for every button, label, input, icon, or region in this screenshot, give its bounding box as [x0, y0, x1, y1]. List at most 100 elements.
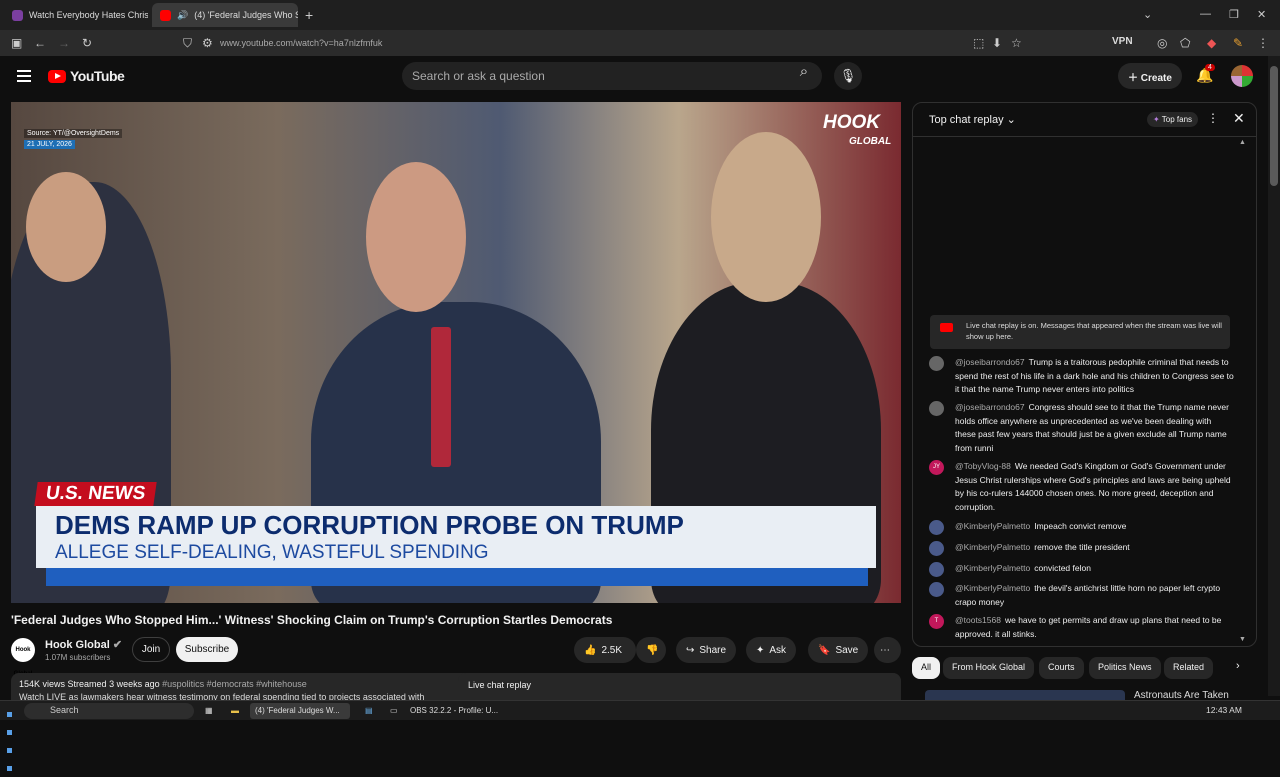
shield-icon[interactable]: ⛉: [183, 36, 192, 51]
maximize-icon[interactable]: ❐: [1229, 8, 1239, 21]
site-settings-icon[interactable]: ⚙: [202, 36, 213, 50]
more-actions-icon[interactable]: ⋯: [874, 637, 901, 663]
extensions-icon[interactable]: ⬠: [1180, 36, 1190, 50]
chat-message-body: @KimberlyPalmetto remove the title presid…: [955, 541, 1234, 555]
taskbar-browser-label: (4) 'Federal Judges W...: [255, 706, 340, 715]
bookmark-star-icon[interactable]: ☆: [1011, 36, 1022, 50]
forward-icon[interactable]: →: [58, 36, 70, 50]
minimize-icon[interactable]: —: [1200, 8, 1211, 20]
notification-badge: 4: [1205, 64, 1215, 71]
taskbar-search[interactable]: Search: [24, 703, 194, 719]
channel-name[interactable]: Hook Global ✔: [45, 638, 122, 651]
filter-chip[interactable]: All: [912, 657, 941, 679]
taskbar-app-icon[interactable]: ▭: [385, 703, 403, 719]
chat-avatar[interactable]: T: [929, 614, 944, 629]
browser-tab-active[interactable]: 🔊 (4) 'Federal Judges Who St ✕: [152, 3, 298, 27]
subscribe-button[interactable]: Subscribe: [176, 637, 238, 662]
chat-avatar[interactable]: [929, 401, 944, 416]
chat-message: @KimberlyPalmetto the devil's antichrist …: [929, 582, 1234, 609]
chat-username[interactable]: @KimberlyPalmetto: [955, 563, 1030, 573]
taskbar-obs-label: OBS 32.2.2 - Profile: U...: [410, 706, 499, 715]
chat-message-body: @TobyVlog-88 We needed God's Kingdom or G…: [955, 460, 1234, 514]
windows-taskbar: Search ▦ ▬ (4) 'Federal Judges W... ▤ ▭ …: [0, 700, 1280, 771]
vpn-button[interactable]: VPN: [1112, 36, 1133, 47]
dislike-button[interactable]: 👎: [636, 637, 666, 663]
close-chat-icon[interactable]: ✕: [1233, 110, 1245, 127]
chat-menu-icon[interactable]: ⋮: [1207, 111, 1219, 125]
windows-start-icon[interactable]: [7, 705, 18, 771]
speaker-head: [366, 162, 466, 312]
chevron-right-icon[interactable]: ›: [1236, 660, 1240, 672]
chat-username[interactable]: @KimberlyPalmetto: [955, 542, 1030, 552]
video-player[interactable]: Source: YT/@OversightDems 21 JULY, 2026 …: [11, 102, 901, 603]
save-button[interactable]: 🔖 Save: [808, 637, 869, 663]
filter-chip[interactable]: From Hook Global: [943, 657, 1035, 679]
new-tab-icon[interactable]: +: [305, 7, 313, 23]
hashtags[interactable]: #uspolitics #democrats #whitehouse: [162, 679, 307, 689]
microphone-icon[interactable]: 🎙: [834, 62, 862, 90]
account-avatar[interactable]: [1231, 65, 1253, 87]
chat-username[interactable]: @joseibarrondo67: [955, 357, 1025, 367]
view-count: 154K views: [19, 679, 66, 689]
back-icon[interactable]: ←: [34, 36, 46, 50]
close-window-icon[interactable]: ✕: [1257, 8, 1266, 21]
search-icon[interactable]: ⌕: [790, 63, 818, 89]
taskbar-obs[interactable]: OBS 32.2.2 - Profile: U...: [405, 703, 505, 719]
channel-avatar[interactable]: Hook Global: [11, 638, 35, 677]
share-button[interactable]: ↪ Share: [676, 637, 737, 663]
create-label: Create: [1140, 73, 1172, 84]
chat-username[interactable]: @toots1568: [955, 615, 1001, 625]
reload-icon[interactable]: ↻: [82, 36, 92, 50]
url-field[interactable]: www.youtube.com/watch?v=ha7nlzfmfuk: [220, 38, 382, 48]
chat-avatar[interactable]: [929, 541, 944, 556]
filter-chip[interactable]: Related: [1164, 657, 1214, 679]
chat-message-body: @toots1568 we have to get permits and dra…: [955, 614, 1234, 641]
taskbar-app-icon[interactable]: ▤: [360, 703, 378, 719]
sidebar-toggle-icon[interactable]: ▣: [11, 36, 22, 50]
chat-avatar[interactable]: [929, 520, 944, 535]
chat-avatar[interactable]: [929, 562, 944, 577]
taskbar-browser[interactable]: (4) 'Federal Judges W...: [250, 703, 350, 719]
download-icon[interactable]: ⬇: [992, 36, 1002, 50]
youtube-logo[interactable]: YouTube: [48, 68, 125, 84]
like-button[interactable]: 👍 2.5K: [574, 637, 636, 663]
chat-message: @joseibarrondo67 Congress should see to i…: [929, 401, 1234, 455]
filter-chip[interactable]: Courts: [1039, 657, 1084, 679]
browser-tab[interactable]: Watch Everybody Hates Chris S ✕: [4, 3, 148, 27]
extension-pen-icon[interactable]: ✎: [1233, 36, 1243, 50]
chat-message: @KimberlyPalmetto remove the title presid…: [929, 541, 1234, 556]
chat-username[interactable]: @KimberlyPalmetto: [955, 521, 1030, 531]
chat-avatar[interactable]: [929, 582, 944, 597]
join-button[interactable]: Join: [132, 637, 170, 662]
chat-username[interactable]: @KimberlyPalmetto: [955, 583, 1030, 593]
search-input[interactable]: Search or ask a question: [402, 62, 822, 90]
screenshot-icon[interactable]: ⬚: [973, 36, 984, 50]
top-fans-button[interactable]: ✦ Top fans: [1147, 112, 1199, 127]
file-explorer-icon[interactable]: ▬: [226, 703, 244, 719]
speaker-icon[interactable]: 🔊: [177, 10, 188, 21]
browser-menu-icon[interactable]: ⋮: [1257, 36, 1269, 50]
create-button[interactable]: ＋ Create: [1118, 63, 1182, 89]
sparkle-icon: ✦: [756, 644, 765, 656]
chat-mode-dropdown[interactable]: Top chat replay ⌄: [929, 113, 1016, 126]
wallet-icon[interactable]: ◎: [1157, 36, 1167, 50]
chat-avatar[interactable]: [929, 356, 944, 371]
extension-red-icon[interactable]: ◆: [1207, 36, 1216, 50]
filter-chip[interactable]: Politics News: [1089, 657, 1161, 679]
tab-search-chevron-icon[interactable]: ⌄: [1143, 8, 1152, 21]
hamburger-menu-icon[interactable]: [17, 70, 31, 85]
chat-message-text: convicted felon: [1034, 563, 1091, 573]
taskbar-clock[interactable]: 12:43 AM: [1206, 705, 1242, 715]
task-view-icon[interactable]: ▦: [200, 703, 218, 719]
chevron-down-icon: ⌄: [1006, 114, 1016, 126]
page-scrollbar-thumb[interactable]: [1270, 66, 1278, 186]
scroll-down-icon[interactable]: ▼: [1239, 636, 1246, 643]
chat-avatar[interactable]: JY: [929, 460, 944, 475]
chat-username[interactable]: @TobyVlog-88: [955, 461, 1011, 471]
person-right-head: [711, 132, 821, 302]
chat-message: JY @TobyVlog-88 We needed God's Kingdom or…: [929, 460, 1234, 514]
chat-title: Top chat replay: [929, 114, 1004, 126]
scroll-up-icon[interactable]: ▲: [1239, 139, 1246, 146]
chat-username[interactable]: @joseibarrondo67: [955, 402, 1025, 412]
ask-button[interactable]: ✦ Ask: [746, 637, 797, 663]
